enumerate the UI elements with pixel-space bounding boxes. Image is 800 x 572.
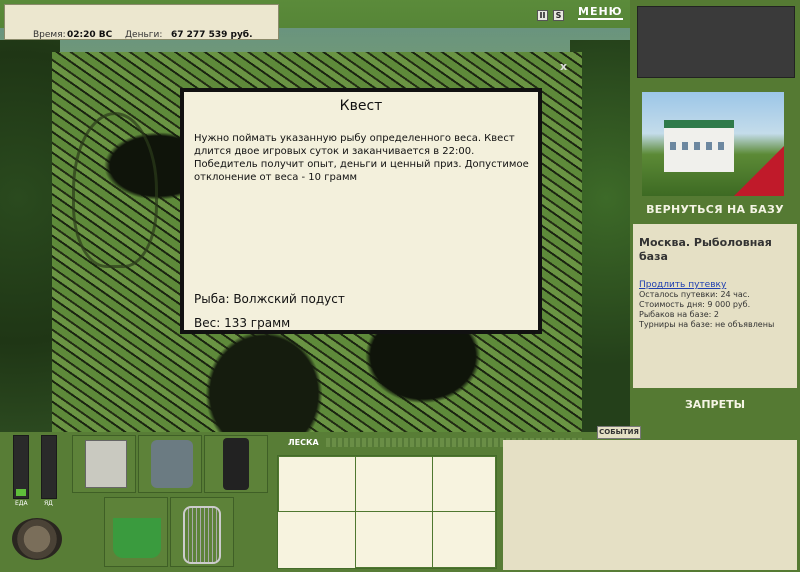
house-image <box>664 120 734 172</box>
permit-remaining: Осталось путевки: 24 час. <box>639 290 750 299</box>
rod-slot[interactable] <box>355 456 433 512</box>
inventory-slot[interactable] <box>72 435 136 493</box>
keepnet-icon <box>183 506 221 564</box>
rod-slot[interactable] <box>432 511 496 568</box>
base-photo <box>642 92 784 196</box>
backpack-icon <box>151 440 193 488</box>
quest-weight: Вес: 133 грамм <box>194 316 291 330</box>
rod-slot[interactable] <box>432 456 496 512</box>
time-label: Время: <box>33 30 66 40</box>
poison-label: ЯД <box>44 500 53 507</box>
food-basket-icon <box>113 518 161 558</box>
inventory-slot[interactable] <box>104 497 168 567</box>
food-label: ЕДА <box>15 500 28 507</box>
bans-button[interactable]: ЗАПРЕТЫ <box>630 398 800 411</box>
top-controls: II S <box>537 8 564 22</box>
tackle-box-icon <box>85 440 127 488</box>
quest-description: Нужно поймать указанную рыбу определенно… <box>194 133 529 183</box>
events-log <box>503 440 797 570</box>
status-bar: Время: 02:20 ВС Деньги: 67 277 539 руб. <box>4 4 279 40</box>
tournaments-status: Турниры на базе: не объявлены <box>639 320 775 329</box>
return-to-base-button[interactable]: ВЕРНУТЬСЯ НА БАЗУ <box>630 203 800 216</box>
inventory-slot[interactable] <box>138 435 202 493</box>
money-label: Деньги: <box>125 30 163 40</box>
quest-fish: Рыба: Волжский подуст <box>194 292 345 306</box>
line-label: ЛЕСКА <box>288 438 319 447</box>
close-button[interactable]: x <box>560 60 567 73</box>
phone-icon <box>223 438 249 490</box>
quest-dialog: Квест Нужно поймать указанную рыбу опред… <box>180 88 542 334</box>
base-place: Москва. Рыболовная база <box>639 236 772 263</box>
menu-button[interactable]: МЕНЮ <box>578 6 623 20</box>
inventory-slot[interactable] <box>204 435 268 493</box>
pause-icon[interactable]: II <box>537 9 548 21</box>
fish-emblem-icon <box>72 112 158 268</box>
time-value: 02:20 ВС <box>67 30 113 40</box>
food-gauge-fill <box>16 489 26 496</box>
sound-icon[interactable]: S <box>553 9 564 21</box>
moscow-flag-icon <box>734 146 784 196</box>
money-value: 67 277 539 руб. <box>171 30 253 40</box>
quest-title: Квест <box>339 98 383 114</box>
extend-permit-link[interactable]: Продлить путевку <box>639 280 791 290</box>
inventory-slot[interactable] <box>170 497 234 567</box>
rod-slot[interactable] <box>355 511 433 568</box>
ad-placeholder <box>637 6 795 78</box>
rod-slot[interactable] <box>278 456 356 512</box>
day-cost: Стоимость дня: 9 000 руб. <box>639 300 751 309</box>
events-button[interactable]: СОБЫТИЯ <box>597 426 641 439</box>
base-info-panel: Москва. Рыболовная база Продлить путевку… <box>633 224 797 388</box>
bait-pot-icon[interactable] <box>12 518 62 560</box>
poison-gauge <box>41 435 57 499</box>
food-gauge <box>13 435 29 499</box>
rod-slots-grid <box>277 455 497 569</box>
fishers-count: Рыбаков на базе: 2 <box>639 310 719 319</box>
trees-left <box>0 40 60 435</box>
